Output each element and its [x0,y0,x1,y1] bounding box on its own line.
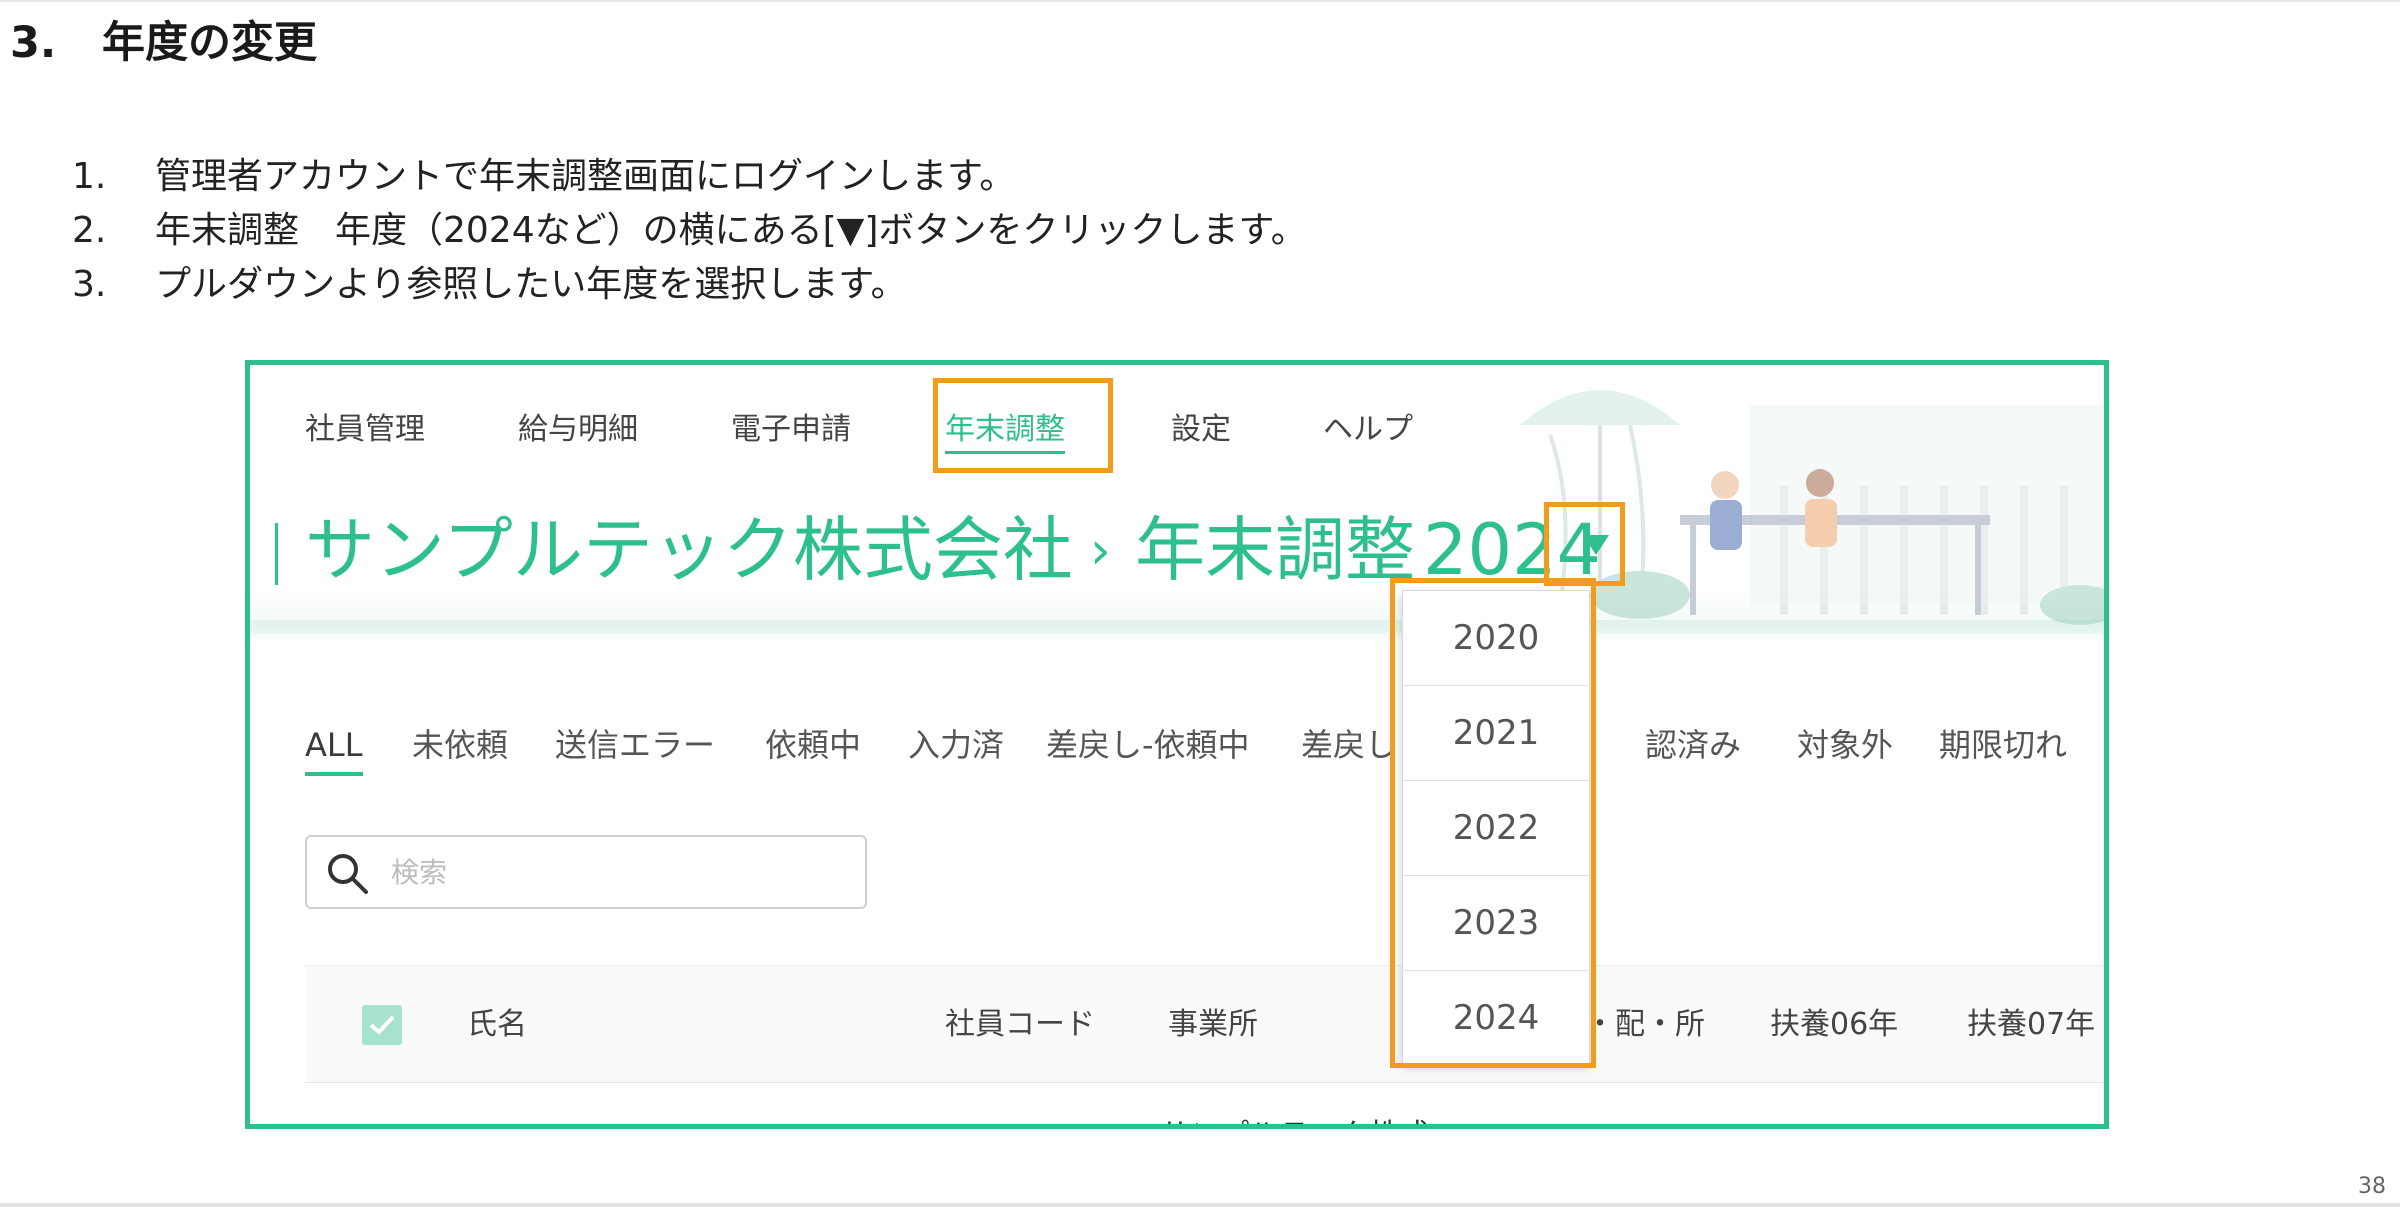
column-header-dependents-07[interactable]: 扶養07年 [1967,966,2095,1084]
nav-item-help[interactable]: ヘルプ [1323,400,1413,460]
highlight-year-caret [1544,502,1625,586]
column-header-dependents-06[interactable]: 扶養06年 [1770,966,1898,1084]
breadcrumb-company[interactable]: サンプルテック株式会社 [305,505,1073,595]
chevron-right-icon: › [1090,521,1111,581]
section-heading: 3. 年度の変更 [10,8,317,70]
step-item: 2. 年末調整 年度（2024など）の横にある[▼]ボタンをクリックします。 [72,204,1307,258]
step-text: 管理者アカウントで年末調整画面にログインします。 [155,156,1016,197]
table-header: 氏名 社員コード 事業所 ・配・所 扶養06年 扶養07年 [305,965,2104,1084]
tab-all[interactable]: ALL [305,715,363,776]
highlight-nav-item [933,378,1113,473]
tab-requesting[interactable]: 依頼中 [765,715,861,775]
nav-item-settings[interactable]: 設定 [1171,400,1231,460]
breadcrumb-section: 年末調整 [1135,509,1415,591]
search-box [305,835,867,909]
column-header-name[interactable]: 氏名 [467,966,527,1084]
heading-number: 3. [10,18,57,68]
column-header-employee-code[interactable]: 社員コード [945,966,1095,1084]
tab-entered[interactable]: 入力済 [908,715,1004,775]
table-row-partial: サンプルテック株式 [1160,1110,1429,1124]
step-text: 年末調整 年度（2024など）の横にある[▼]ボタンをクリックします。 [155,210,1307,251]
step-number: 2. [72,210,107,251]
page-number: 38 [2358,1174,2386,1199]
column-header-office[interactable]: 事業所 [1168,966,1258,1084]
search-icon [328,854,368,894]
nav-item-payslips[interactable]: 給与明細 [518,400,638,460]
tab-returned-requesting[interactable]: 差戻し-依頼中 [1046,715,1250,775]
select-all-checkbox[interactable] [362,1005,402,1045]
heading-title: 年度の変更 [102,18,317,68]
tab-confirmed[interactable]: 認済み [1645,715,1741,775]
app-screenshot-frame: 社員管理 給与明細 電子申請 年末調整 設定 ヘルプ サンプルテック株式会社 ›… [245,360,2109,1129]
highlight-year-dropdown [1390,578,1596,1068]
step-number: 1. [72,156,107,197]
header-illustration [1520,390,2104,625]
nav-item-e-application[interactable]: 電子申請 [731,400,851,460]
nav-item-employees[interactable]: 社員管理 [305,400,425,460]
instruction-steps: 1. 管理者アカウントで年末調整画面にログインします。 2. 年末調整 年度（202… [72,150,1307,312]
top-rule [0,0,2400,2]
step-item: 3. プルダウンより参照したい年度を選択します。 [72,258,1307,312]
checkmark-icon [369,1015,395,1035]
step-text: プルダウンより参照したい年度を選択します。 [155,264,907,305]
step-number: 3. [72,264,107,305]
bottom-rule [0,1203,2400,1207]
column-header-spouse-dependent[interactable]: ・配・所 [1585,966,1705,1084]
breadcrumb-separator-bar [275,523,278,585]
tab-expired[interactable]: 期限切れ [1939,715,2067,775]
tab-send-error[interactable]: 送信エラー [555,715,715,775]
step-item: 1. 管理者アカウントで年末調整画面にログインします。 [72,150,1307,204]
search-input[interactable] [391,847,841,897]
tab-excluded[interactable]: 対象外 [1797,715,1893,775]
tab-not-requested[interactable]: 未依頼 [412,715,508,775]
tab-returned[interactable]: 差戻し [1301,715,1397,775]
